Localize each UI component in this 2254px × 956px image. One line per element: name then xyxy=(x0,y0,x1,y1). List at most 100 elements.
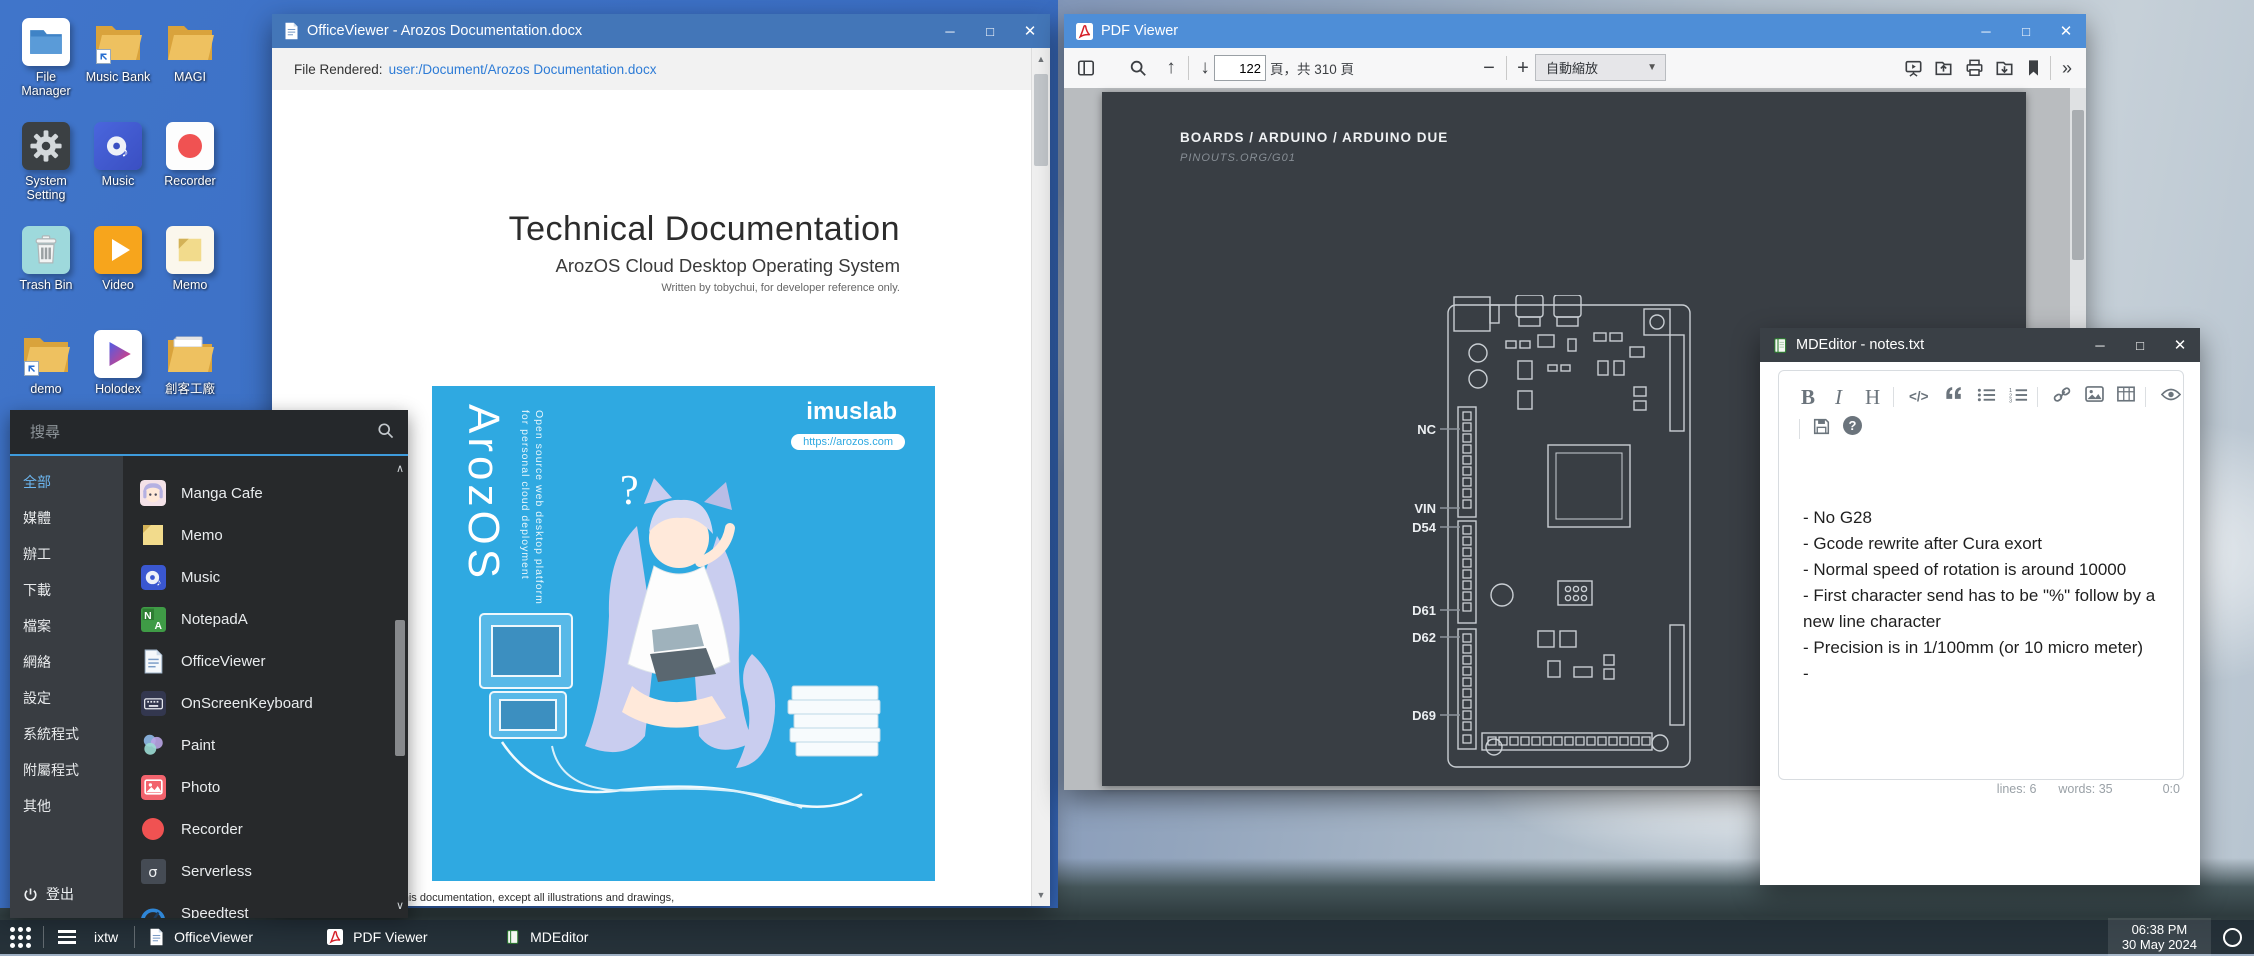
preview-eye-button[interactable] xyxy=(2161,387,2181,402)
scrollbar-thumb[interactable] xyxy=(1034,74,1048,166)
desktop-icon-music[interactable]: ♪ Music xyxy=(82,122,154,188)
maximize-button[interactable]: □ xyxy=(970,14,1010,48)
officeviewer-titlebar[interactable]: OfficeViewer - Arozos Documentation.docx… xyxy=(272,14,1050,48)
app-item-memo[interactable]: Memo xyxy=(123,514,408,556)
desktop-icon-trash-bin[interactable]: Trash Bin xyxy=(10,226,82,292)
close-button[interactable]: ✕ xyxy=(1010,14,1050,48)
minimize-button[interactable]: ─ xyxy=(1966,14,2006,48)
desktop-icon-magi[interactable]: MAGI xyxy=(154,18,226,84)
quote-button[interactable] xyxy=(1945,385,1963,401)
desktop-icon-label: MAGI xyxy=(154,70,226,84)
close-button[interactable]: ✕ xyxy=(2046,14,2086,48)
zoom-mode-select[interactable]: 自動縮放▼ xyxy=(1535,54,1666,81)
sidebar-toggle-icon[interactable] xyxy=(1070,48,1102,88)
category-download[interactable]: 下載 xyxy=(10,572,123,608)
maximize-button[interactable]: □ xyxy=(2120,328,2160,362)
desktop-icon-recorder[interactable]: Recorder xyxy=(154,122,226,188)
category-media[interactable]: 媒體 xyxy=(10,500,123,536)
desktop-icon-file-manager[interactable]: File Manager xyxy=(10,18,82,98)
zoom-out-icon[interactable]: − xyxy=(1474,48,1504,88)
maximize-button[interactable]: □ xyxy=(2006,14,2046,48)
start-menu-categories: 全部 媒體 辦工 下載 檔案 網絡 設定 系統程式 附屬程式 其他 登出 xyxy=(10,456,123,918)
taskbar-app-officeviewer[interactable]: OfficeViewer xyxy=(135,920,313,954)
menu-icon[interactable] xyxy=(58,927,76,947)
desktop-icon-maker-factory[interactable]: 創客工廠 xyxy=(154,330,226,396)
close-button[interactable]: ✕ xyxy=(2160,328,2200,362)
category-other[interactable]: 其他 xyxy=(10,788,123,824)
print-icon[interactable] xyxy=(1959,48,1989,88)
scroll-up-icon[interactable]: ∧ xyxy=(394,462,406,475)
app-item-music[interactable]: ♪ Music xyxy=(123,556,408,598)
ordered-list-button[interactable]: 123 xyxy=(2009,387,2028,403)
category-network[interactable]: 網絡 xyxy=(10,644,123,680)
category-files[interactable]: 檔案 xyxy=(10,608,123,644)
presentation-mode-icon[interactable] xyxy=(1898,48,1928,88)
italic-button[interactable]: I xyxy=(1835,385,1842,410)
scroll-up-icon[interactable]: ▲ xyxy=(1032,54,1050,64)
mdeditor-titlebar[interactable]: MDEditor - notes.txt ─ □ ✕ xyxy=(1760,328,2200,362)
app-item-speedtest[interactable]: Speedtest xyxy=(123,892,408,918)
search-input[interactable] xyxy=(10,424,377,441)
category-office[interactable]: 辦工 xyxy=(10,536,123,572)
search-icon[interactable] xyxy=(1122,48,1154,88)
app-item-officeviewer[interactable]: OfficeViewer xyxy=(123,640,408,682)
document-heading-block: Technical Documentation ArozOS Cloud Des… xyxy=(509,210,900,294)
save-button[interactable] xyxy=(1813,418,1830,435)
page-number-input[interactable] xyxy=(1214,55,1266,81)
scroll-down-icon[interactable]: ∨ xyxy=(394,899,406,912)
category-accessories[interactable]: 附屬程式 xyxy=(10,752,123,788)
scrollbar-thumb[interactable] xyxy=(2072,110,2084,260)
document-icon xyxy=(149,928,164,946)
status-circle-icon[interactable] xyxy=(2223,928,2242,947)
app-item-serverless[interactable]: σ Serverless xyxy=(123,850,408,892)
taskbar-clock[interactable]: 06:38 PM 30 May 2024 xyxy=(2108,918,2211,956)
document-scrollbar[interactable]: ▲ ▼ xyxy=(1031,48,1050,906)
table-button[interactable] xyxy=(2117,386,2135,402)
link-button[interactable] xyxy=(2053,387,2071,403)
image-button[interactable] xyxy=(2085,386,2104,402)
app-list-scrollbar[interactable]: ∧ ∨ xyxy=(394,458,406,916)
pin-label: D61 xyxy=(1412,603,1436,618)
app-item-recorder[interactable]: Recorder xyxy=(123,808,408,850)
app-launcher-icon[interactable] xyxy=(10,927,31,948)
help-button[interactable]: ? xyxy=(1843,416,1862,435)
app-item-notepada[interactable]: NA NotepadA xyxy=(123,598,408,640)
app-item-paint[interactable]: Paint xyxy=(123,724,408,766)
note-line: - Gcode rewrite after Cura exort xyxy=(1803,531,2175,557)
minimize-button[interactable]: ─ xyxy=(2080,328,2120,362)
desktop-icon-music-bank[interactable]: Music Bank xyxy=(82,18,154,84)
bookmark-icon[interactable] xyxy=(2019,48,2047,88)
download-icon[interactable] xyxy=(1989,48,2019,88)
minimize-button[interactable]: ─ xyxy=(930,14,970,48)
scrollbar-thumb[interactable] xyxy=(395,620,405,756)
pdf-titlebar[interactable]: PDF Viewer ─ □ ✕ xyxy=(1064,14,2086,48)
app-item-manga-cafe[interactable]: Manga Cafe xyxy=(123,472,408,514)
category-settings[interactable]: 設定 xyxy=(10,680,123,716)
more-tools-icon[interactable]: » xyxy=(2052,48,2082,88)
previous-page-icon[interactable]: ↑ xyxy=(1156,48,1186,88)
app-item-onscreenkeyboard[interactable]: OnScreenKeyboard xyxy=(123,682,408,724)
desktop-icon-system-setting[interactable]: System Setting xyxy=(10,122,82,202)
bullet-list-button[interactable] xyxy=(1977,387,1996,403)
open-file-icon[interactable] xyxy=(1928,48,1958,88)
bold-button[interactable]: B xyxy=(1801,385,1815,410)
note-text[interactable]: - No G28 - Gcode rewrite after Cura exor… xyxy=(1803,505,2175,687)
desktop-icon-memo[interactable]: Memo xyxy=(154,226,226,292)
zoom-in-icon[interactable]: + xyxy=(1508,48,1538,88)
desktop-icon-demo[interactable]: demo xyxy=(10,330,82,396)
logout-button[interactable]: 登出 xyxy=(23,884,74,904)
desktop-icon-label: Holodex xyxy=(82,382,154,396)
file-path-link[interactable]: user:/Document/Arozos Documentation.docx xyxy=(389,62,657,77)
taskbar-app-pdf-viewer[interactable]: PDF Viewer xyxy=(313,920,491,954)
taskbar-app-mdeditor[interactable]: MDEditor xyxy=(491,920,669,954)
heading-button[interactable]: H xyxy=(1865,385,1880,410)
desktop-icon-holodex[interactable]: Holodex xyxy=(82,330,154,396)
note-line: - Normal speed of rotation is around 100… xyxy=(1803,557,2175,583)
code-button[interactable]: </> xyxy=(1909,389,1929,404)
app-item-partial[interactable] xyxy=(123,456,408,466)
scroll-down-icon[interactable]: ▼ xyxy=(1032,890,1050,900)
desktop-icon-video[interactable]: Video xyxy=(82,226,154,292)
category-all[interactable]: 全部 xyxy=(10,464,123,500)
category-system-tools[interactable]: 系統程式 xyxy=(10,716,123,752)
app-item-photo[interactable]: Photo xyxy=(123,766,408,808)
